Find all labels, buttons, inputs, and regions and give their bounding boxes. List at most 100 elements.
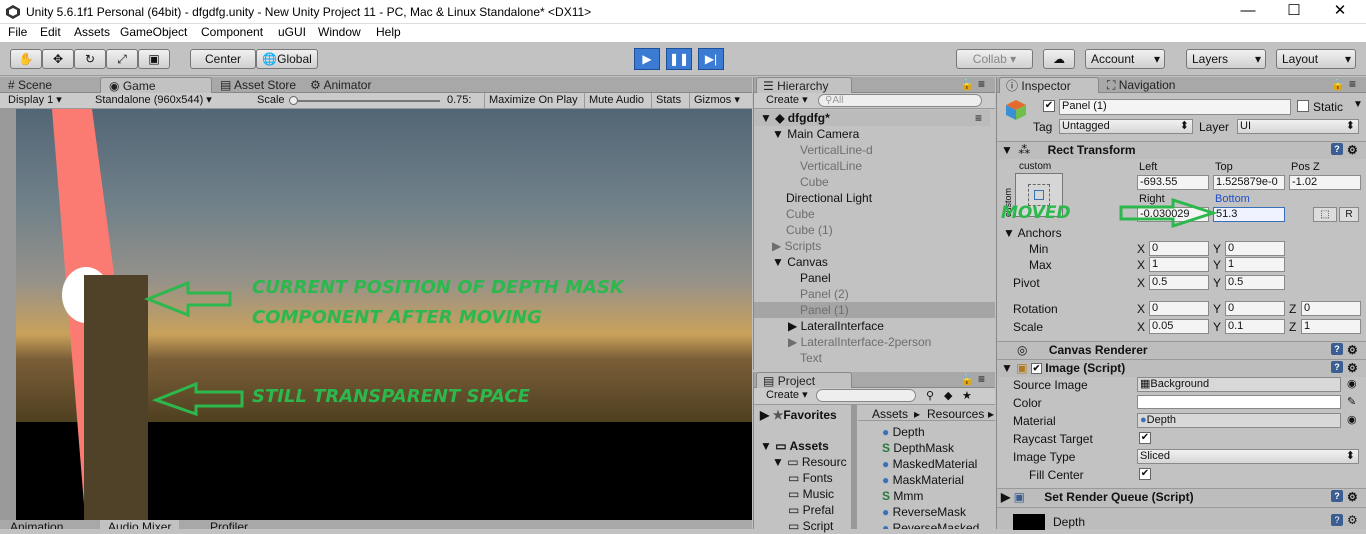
- scale-x[interactable]: 0.05: [1149, 319, 1209, 334]
- tab-scene[interactable]: # Scene: [8, 77, 98, 93]
- stats-toggle[interactable]: Stats: [651, 93, 681, 108]
- panel-menu-icon[interactable]: ≡: [978, 77, 985, 91]
- gear-icon[interactable]: ⚙: [1347, 142, 1358, 159]
- tree-scripts[interactable]: ▭ Script: [754, 518, 850, 534]
- tab-asset-store[interactable]: ▤ Asset Store: [212, 77, 308, 93]
- collab-button[interactable]: Collab ▾: [956, 49, 1033, 69]
- gear-icon[interactable]: ⚙: [1347, 360, 1358, 377]
- static-checkbox[interactable]: [1297, 100, 1309, 112]
- hier-main-camera[interactable]: ▼ Main Camera: [754, 126, 990, 142]
- menu-edit[interactable]: Edit: [40, 25, 61, 39]
- hier-cube-1[interactable]: Cube (1): [754, 222, 990, 238]
- tree-prefabs[interactable]: ▭ Prefal: [754, 502, 850, 518]
- layout-dropdown[interactable]: Layout ▾: [1276, 49, 1356, 69]
- hierarchy-create-dropdown[interactable]: Create ▾: [766, 93, 812, 108]
- left-field[interactable]: -693.55: [1137, 175, 1209, 190]
- scale-tool-button[interactable]: ⤢: [106, 49, 138, 69]
- file-mmm[interactable]: S Mmm: [882, 488, 995, 504]
- pivot-x[interactable]: 0.5: [1149, 275, 1209, 290]
- account-dropdown[interactable]: Account ▾: [1085, 49, 1165, 69]
- gear-icon[interactable]: ⚙: [1347, 342, 1358, 359]
- maximize-on-play-toggle[interactable]: Maximize On Play: [484, 93, 578, 108]
- file-depthmask[interactable]: S DepthMask: [882, 440, 995, 456]
- scale-y[interactable]: 0.1: [1225, 319, 1285, 334]
- rotation-y[interactable]: 0: [1225, 301, 1285, 316]
- gizmos-dropdown[interactable]: Gizmos ▾: [689, 93, 740, 108]
- favorites-node[interactable]: ▶ ★Favorites: [754, 407, 850, 423]
- help-icon[interactable]: ?: [1331, 361, 1343, 373]
- hier-lateral-interface[interactable]: ▶ LateralInterface: [754, 318, 990, 334]
- hand-tool-button[interactable]: ✋: [10, 49, 42, 69]
- menu-window[interactable]: Window: [318, 25, 361, 39]
- maximize-button[interactable]: ☐: [1271, 0, 1317, 24]
- source-image-field[interactable]: ▦Background: [1137, 377, 1341, 392]
- cloud-button[interactable]: ☁: [1043, 49, 1075, 69]
- hier-canvas[interactable]: ▼ Canvas: [754, 254, 990, 270]
- scene-menu-icon[interactable]: ≡: [975, 110, 982, 126]
- lock-icon[interactable]: 🔒: [960, 373, 974, 386]
- top-field[interactable]: 1.525879e-0: [1213, 175, 1285, 190]
- menu-ugui[interactable]: uGUI: [278, 25, 306, 39]
- anchor-max-x[interactable]: 1: [1149, 257, 1209, 272]
- tree-music[interactable]: ▭ Music: [754, 486, 850, 502]
- lock-icon[interactable]: 🔒: [960, 78, 974, 91]
- bottom-field[interactable]: 51.3: [1213, 207, 1285, 222]
- active-checkbox[interactable]: ✔: [1043, 100, 1055, 112]
- blueprint-mode-button[interactable]: ⬚: [1313, 207, 1337, 222]
- help-icon[interactable]: ?: [1331, 343, 1343, 355]
- project-search-input[interactable]: [816, 389, 916, 402]
- mute-audio-toggle[interactable]: Mute Audio: [584, 93, 644, 108]
- gear-icon[interactable]: ⚙: [1347, 489, 1358, 506]
- hier-panel[interactable]: Panel: [754, 270, 990, 286]
- rotation-x[interactable]: 0: [1149, 301, 1209, 316]
- tab-inspector[interactable]: ⓘ Inspector: [999, 77, 1099, 93]
- game-view[interactable]: CURRENT POSITION OF DEPTH MASK COMPONENT…: [0, 109, 752, 529]
- hier-lateral-interface-2person[interactable]: ▶ LateralInterface-2person: [754, 334, 990, 350]
- tab-hierarchy[interactable]: ☰ Hierarchy: [756, 77, 852, 93]
- image-enabled-checkbox[interactable]: ✔: [1030, 363, 1042, 375]
- tab-profiler[interactable]: Profiler: [210, 520, 248, 529]
- color-swatch[interactable]: [1137, 395, 1341, 409]
- anchor-min-y[interactable]: 0: [1225, 241, 1285, 256]
- material-field[interactable]: ●Depth: [1137, 413, 1341, 428]
- scene-root[interactable]: ▼ ◆ dfgdfg* ≡: [754, 110, 990, 126]
- hier-panel-1-selected[interactable]: Panel (1): [754, 302, 995, 318]
- menu-file[interactable]: File: [8, 25, 27, 39]
- posz-field[interactable]: -1.02: [1289, 175, 1361, 190]
- hier-verticalline-d[interactable]: VerticalLine-d: [754, 142, 990, 158]
- help-icon[interactable]: ?: [1331, 490, 1343, 502]
- tab-animation[interactable]: Animation: [10, 520, 63, 529]
- pause-button[interactable]: ❚❚: [666, 48, 692, 70]
- file-maskedmaterial[interactable]: ● MaskedMaterial: [882, 456, 995, 472]
- project-create-dropdown[interactable]: Create ▾: [766, 388, 812, 403]
- panel-menu-icon[interactable]: ≡: [978, 372, 985, 386]
- rotate-tool-button[interactable]: ↻: [74, 49, 106, 69]
- global-local-button[interactable]: 🌐Global: [256, 49, 318, 69]
- menu-help[interactable]: Help: [376, 25, 401, 39]
- move-tool-button[interactable]: ✥: [42, 49, 74, 69]
- menu-gameobject[interactable]: GameObject: [120, 25, 187, 39]
- label-icon[interactable]: ◆: [944, 389, 952, 402]
- minimize-button[interactable]: —: [1225, 0, 1271, 24]
- canvas-renderer-header[interactable]: ◎ Canvas Renderer ? ⚙: [997, 341, 1366, 359]
- display-dropdown[interactable]: Display 1 ▾: [8, 93, 88, 108]
- tree-fonts[interactable]: ▭ Fonts: [754, 470, 850, 486]
- close-button[interactable]: ✕: [1317, 0, 1363, 24]
- step-button[interactable]: ▶|: [698, 48, 724, 70]
- raycast-target-checkbox[interactable]: ✔: [1139, 432, 1151, 444]
- hier-cube[interactable]: Cube: [754, 206, 990, 222]
- menu-assets[interactable]: Assets: [74, 25, 110, 39]
- layer-dropdown[interactable]: UI ⬍: [1237, 119, 1359, 134]
- image-type-dropdown[interactable]: Sliced ⬍: [1137, 449, 1359, 464]
- rotation-z[interactable]: 0: [1301, 301, 1361, 316]
- help-icon[interactable]: ?: [1331, 514, 1343, 526]
- file-reversemask[interactable]: ● ReverseMask: [882, 504, 995, 520]
- scale-slider-thumb[interactable]: [289, 96, 298, 105]
- hier-directional-light[interactable]: Directional Light: [754, 190, 990, 206]
- object-picker-icon[interactable]: ◉: [1347, 413, 1357, 426]
- scale-z[interactable]: 1: [1301, 319, 1361, 334]
- star-icon[interactable]: ★: [962, 389, 972, 402]
- assets-node[interactable]: ▼ ▭ Assets: [754, 438, 850, 454]
- tag-dropdown[interactable]: Untagged ⬍: [1059, 119, 1193, 134]
- pivot-center-button[interactable]: Center: [190, 49, 256, 69]
